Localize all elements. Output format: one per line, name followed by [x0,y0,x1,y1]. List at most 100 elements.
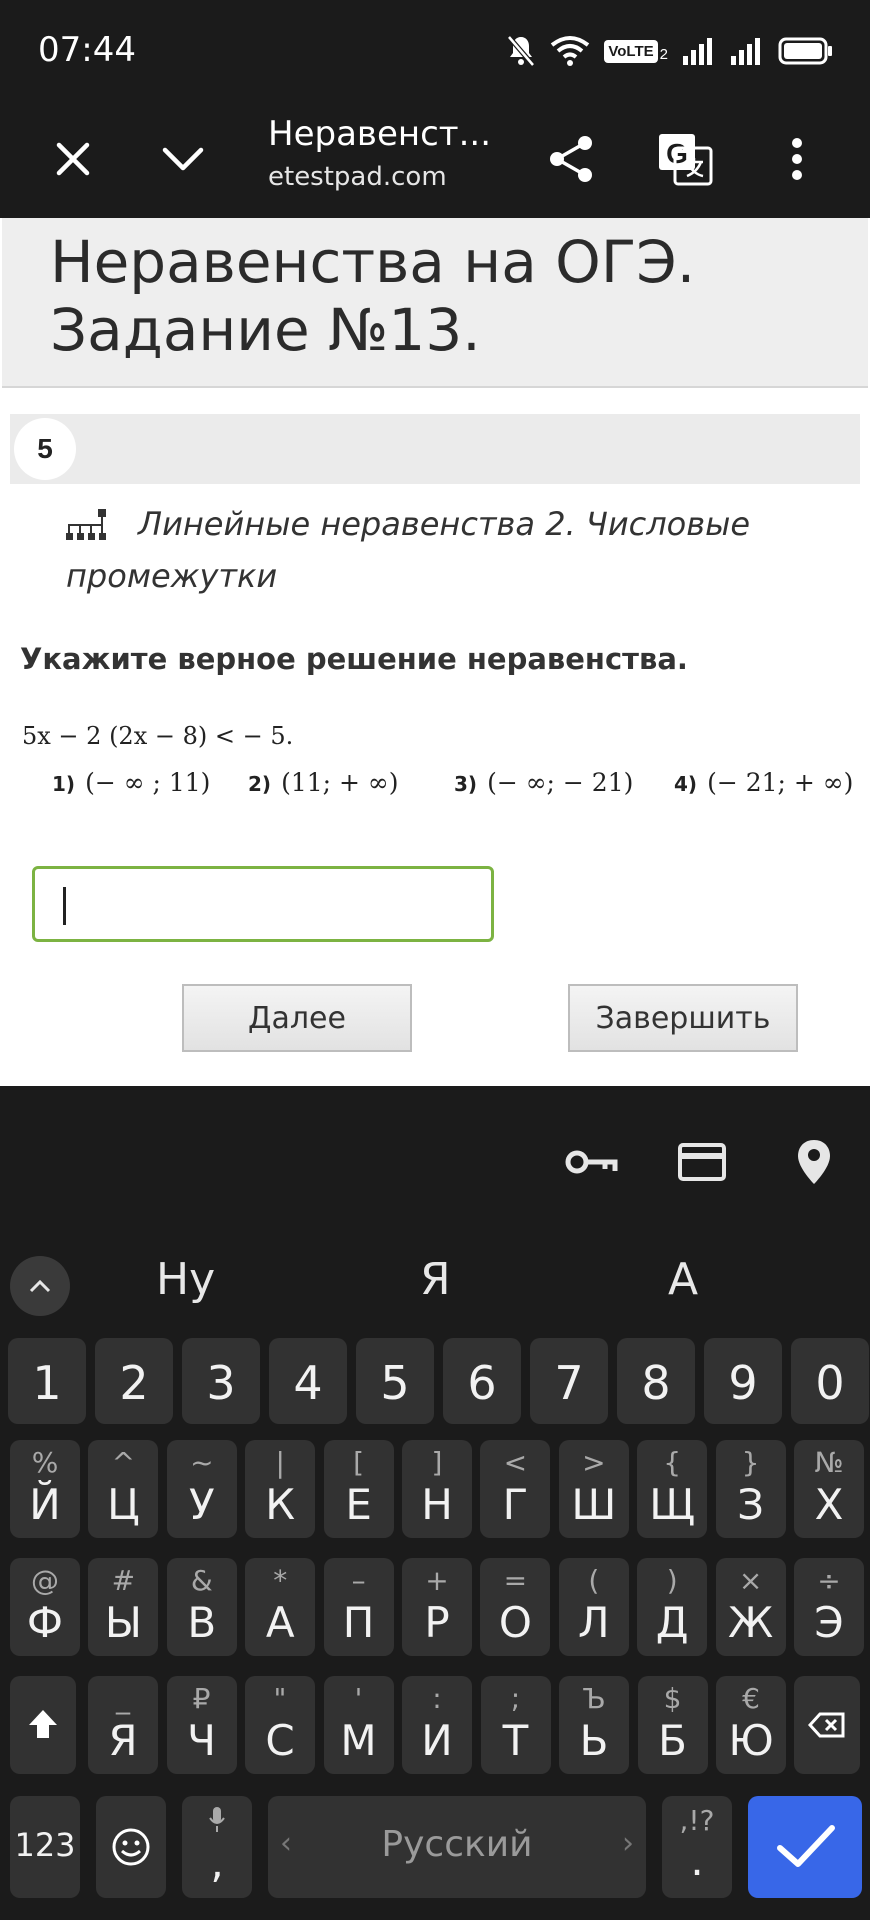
question-prompt: Укажите верное решение неравенства. [20,642,688,676]
shift-key[interactable] [10,1676,76,1774]
number-key-0[interactable]: 0 [791,1338,869,1424]
option-3-num: 3) [454,772,478,796]
addresses-button[interactable] [784,1132,844,1192]
key-label: Е [345,1480,372,1529]
close-tab-button[interactable] [28,100,118,218]
row2-key-5[interactable]: – П [323,1558,394,1656]
suggestion-2[interactable]: Я [420,1254,451,1305]
chevron-up-icon [29,1279,51,1293]
row2-key-11[interactable]: ÷ Э [794,1558,864,1656]
comma-mic-key[interactable]: , [182,1796,252,1898]
row1-key-9[interactable]: {Щ [637,1440,708,1538]
number-key-9[interactable]: 9 [704,1338,782,1424]
key-alt-label: – [351,1564,366,1597]
minimize-button[interactable] [138,100,228,218]
row1-key-11[interactable]: № Х [794,1440,864,1538]
row1-key-8[interactable]: > Ш [558,1440,629,1538]
suggestion-1[interactable]: Ну [156,1254,215,1305]
key-label: М [340,1716,377,1765]
topic-line: Линейные неравенства 2. Числовые промежу… [66,498,826,602]
payment-cards-button[interactable] [672,1132,732,1192]
row2-key-6[interactable]: + Р [402,1558,472,1656]
close-icon [56,142,90,176]
answer-input[interactable] [32,866,494,942]
finish-button[interactable]: Завершить [568,984,798,1052]
symbols-key[interactable]: 123 [10,1796,80,1898]
period-key[interactable]: ,!? . [662,1796,732,1898]
row2-key-9[interactable]: ) Д [637,1558,708,1656]
row3-key-6[interactable]: ; Т [480,1676,551,1774]
row3-key-4[interactable]: ' М [323,1676,394,1774]
row3-key-5[interactable]: :И [402,1676,472,1774]
keyboard: 1234567890 % Й ^ Ц ~ У | К[Е] Н < Г > Ш{Щ} З № Х @ Ф # Ы & В… [0,1326,870,1920]
row2-key-4[interactable]: * А [245,1558,316,1656]
row3-key-2[interactable]: ₽ Ч [166,1676,237,1774]
row2-key-3[interactable]: & В [166,1558,237,1656]
row3-key-3[interactable]: " С [245,1676,315,1774]
row2-key-10[interactable]: × Ж [715,1558,786,1656]
location-pin-icon [798,1140,830,1184]
volte-badge: VoLTE 2 [604,39,668,63]
more-options-button[interactable] [752,100,842,218]
row1-key-10[interactable]: } З [715,1440,786,1538]
option-1-num: 1) [52,772,76,796]
suggestion-3[interactable]: А [668,1254,698,1305]
number-key-2[interactable]: 2 [95,1338,173,1424]
key-label: 8 [641,1356,671,1410]
row3-key-1[interactable]: _ Я [88,1676,158,1774]
share-button[interactable] [526,100,616,218]
row2-key-8[interactable]: (Л [558,1558,629,1656]
share-icon [550,136,592,182]
number-key-1[interactable]: 1 [8,1338,86,1424]
row2-key-7[interactable]: = О [480,1558,551,1656]
signal-icon-2 [731,38,760,65]
backspace-key[interactable] [794,1676,860,1774]
row1-key-3[interactable]: ~ У [166,1440,237,1538]
row2-key-2[interactable]: # Ы [88,1558,159,1656]
collapse-toolbar-button[interactable] [10,1256,70,1316]
key-alt-label: > [582,1446,606,1479]
translate-button[interactable]: G [640,100,730,218]
row3-key-7[interactable]: ЪЬ [559,1676,629,1774]
row3-key-8[interactable]: $ Б [637,1676,708,1774]
emoji-key[interactable] [96,1796,166,1898]
space-key[interactable]: ‹ Русский › [268,1796,646,1898]
key-alt-label: ÷ [817,1564,841,1597]
key-label: Ф [26,1598,64,1647]
number-key-7[interactable]: 7 [530,1338,608,1424]
key-label: 0 [815,1356,845,1410]
page-url[interactable]: etestpad.com [268,162,447,192]
number-key-5[interactable]: 5 [356,1338,434,1424]
key-label: Ы [104,1598,142,1647]
next-button[interactable]: Далее [182,984,412,1052]
number-key-8[interactable]: 8 [617,1338,695,1424]
backspace-icon [808,1712,845,1738]
row1-key-2[interactable]: ^ Ц [88,1440,159,1538]
option-1-text: (− ∞ ; 11) [85,768,211,797]
symbols-key-label: 123 [14,1826,76,1864]
translate-icon: G [659,134,713,186]
microphone-icon [209,1807,225,1832]
number-key-4[interactable]: 4 [269,1338,347,1424]
passwords-button[interactable] [562,1132,622,1192]
row1-key-5[interactable]: [Е [323,1440,394,1538]
option-4-num: 4) [674,772,698,796]
enter-key[interactable] [748,1796,862,1898]
row1-key-6[interactable]: ] Н [402,1440,472,1538]
row1-key-4[interactable]: | К [245,1440,316,1538]
bell-muted-icon [507,35,536,67]
key-alt-label: $ [663,1682,682,1715]
row3-key-9[interactable]: € Ю [716,1676,786,1774]
row2-key-1[interactable]: @ Ф [10,1558,80,1656]
key-label: 7 [554,1356,584,1410]
row1-key-1[interactable]: % Й [10,1440,80,1538]
suggestion-strip: Ну Я А [0,1236,870,1326]
key-label: Б [658,1716,687,1765]
number-key-6[interactable]: 6 [443,1338,521,1424]
key-label: Н [421,1480,453,1529]
row1-key-7[interactable]: < Г [480,1440,551,1538]
key-alt-label: # [111,1564,136,1597]
number-key-3[interactable]: 3 [182,1338,260,1424]
page-header: Неравенства на ОГЭ. Задание №13. [2,218,868,388]
key-label: Д [655,1598,689,1647]
